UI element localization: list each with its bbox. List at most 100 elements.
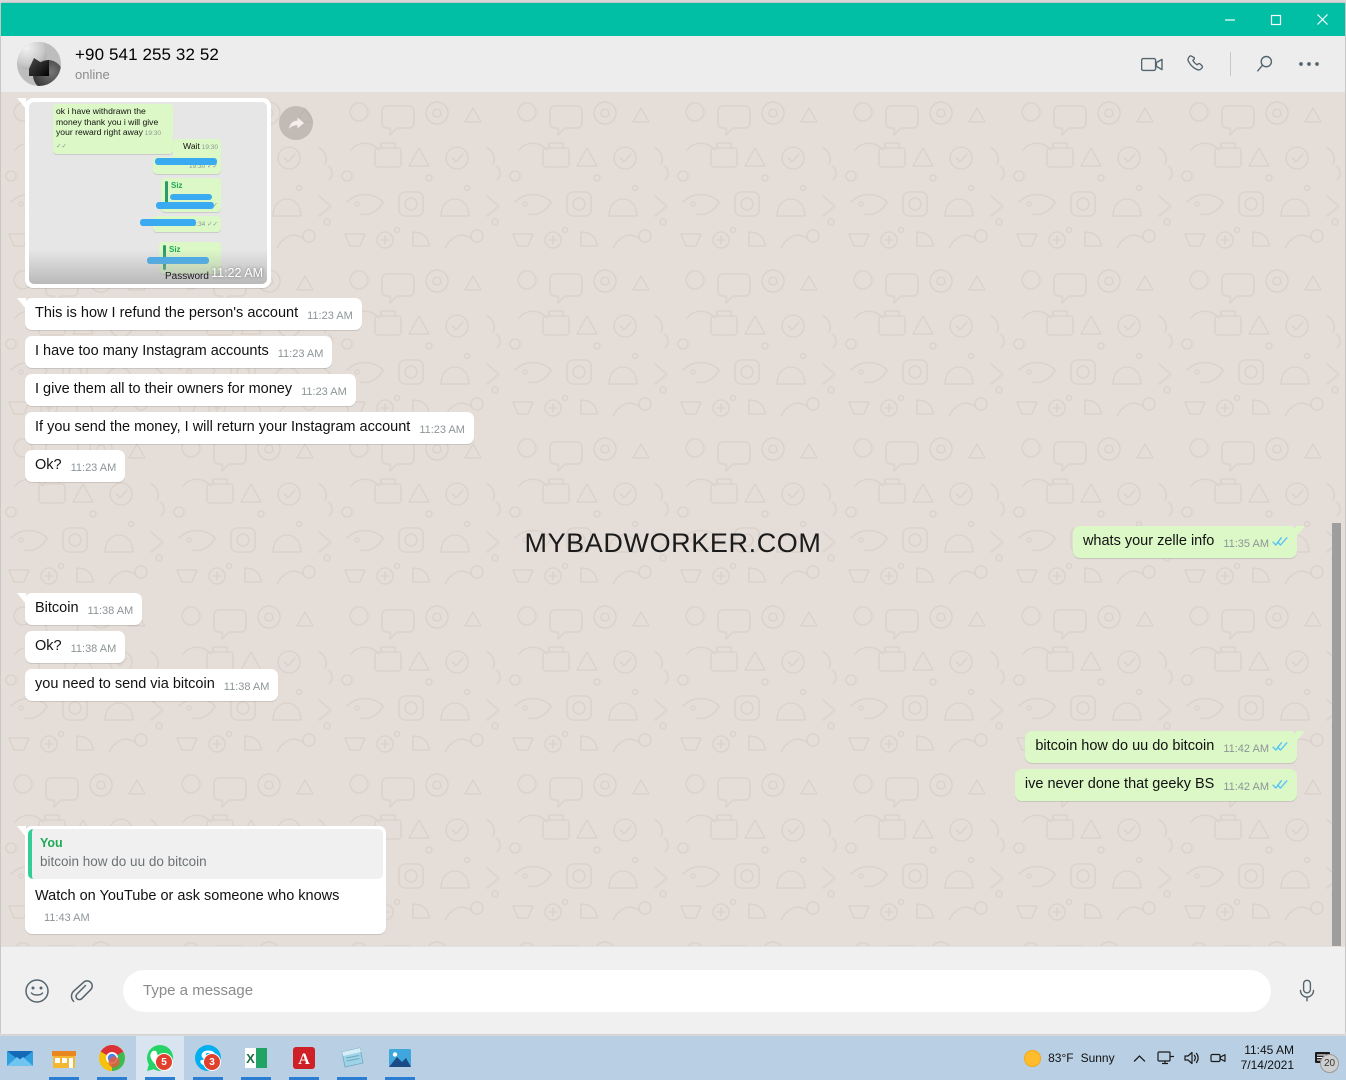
attach-icon[interactable] [59,969,103,1013]
taskbar-item-excel[interactable]: X [232,1036,280,1080]
weather-widget[interactable]: 83°F Sunny [1024,1049,1115,1067]
contact-info[interactable]: +90 541 255 32 52 online [75,45,1130,83]
volume-icon[interactable] [1179,1043,1205,1073]
message-row: bitcoin how do uu do bitcoin 11:42 AM [17,731,1305,763]
windows-taskbar: 5 3 X A 83°F Sunny 11:45 AM 7/14/2021 20 [0,1036,1346,1080]
message-time: 11:23 AM [307,310,353,322]
read-receipt-icon [1272,740,1288,759]
message-bubble-incoming[interactable]: Ok? 11:23 AM [25,450,126,482]
message-row: ive never done that geeky BS 11:42 AM [17,769,1305,801]
sun-icon [1024,1049,1042,1067]
network-icon[interactable] [1153,1043,1179,1073]
voice-call-icon[interactable] [1174,42,1218,86]
image-message-bubble[interactable]: ok i have withdrawn the money thank you … [17,98,271,288]
message-row: If you send the money, I will return you… [17,412,1305,444]
message-time: 11:38 AM [70,643,117,655]
taskbar-item-store[interactable] [40,1036,88,1080]
taskbar-item-skype[interactable]: 3 [184,1036,232,1080]
message-time: 11:23 AM [70,462,117,474]
message-bubble-incoming[interactable]: I have too many Instagram accounts 11:23 … [25,336,333,368]
chat-scroll-area[interactable]: ok i have withdrawn the money thank you … [1,92,1345,946]
message-row: whats your zelle info 11:35 AM [17,526,1306,558]
search-icon[interactable] [1243,42,1287,86]
message-text: you need to send via bitcoin [35,676,215,692]
mail-icon [5,1043,35,1073]
meet-now-icon[interactable] [1205,1043,1231,1073]
menu-icon[interactable] [1287,42,1331,86]
contact-status: online [75,67,110,82]
message-text: bitcoin how do uu do bitcoin [1035,738,1215,754]
message-bubble-incoming[interactable]: you need to send via bitcoin 11:38 AM [25,669,279,701]
screenshot-line-1: ok i have withdrawn the money thank you … [53,104,173,154]
message-bubble-outgoing[interactable]: ive never done that geeky BS 11:42 AM [1014,769,1297,801]
message-bubble-outgoing[interactable]: whats your zelle info 11:35 AM [1072,526,1306,558]
message-text: Ok? [35,457,62,473]
video-call-icon[interactable] [1130,42,1174,86]
taskbar-item-chrome[interactable] [88,1036,136,1080]
chat-header: +90 541 255 32 52 online [1,36,1345,93]
screenshot-password-label: Password [165,271,209,282]
message-input[interactable]: Type a message [123,969,1271,1012]
screenshot-image[interactable]: ok i have withdrawn the money thank you … [29,102,267,284]
close-button[interactable] [1299,3,1345,36]
taskbar-item-sticky-notes[interactable] [328,1036,376,1080]
message-row-quoted-reply: You bitcoin how do uu do bitcoin Watch o… [17,826,1305,934]
header-actions [1130,42,1331,86]
redaction-bar-4 [140,219,196,226]
message-bubble-outgoing[interactable]: bitcoin how do uu do bitcoin 11:42 AM [1025,731,1305,763]
forward-icon[interactable] [279,106,313,140]
message-bubble-incoming[interactable]: Ok? 11:38 AM [25,631,126,663]
message-meta: 11:43 AM [44,909,90,928]
message-bubble-incoming[interactable]: This is how I refund the person's accoun… [17,298,362,330]
maximize-button[interactable] [1253,3,1299,36]
message-input-placeholder: Type a message [143,982,254,999]
minimize-button[interactable] [1207,3,1253,36]
store-icon [49,1043,79,1073]
message-bubble-incoming[interactable]: If you send the money, I will return you… [25,412,474,444]
message-time: 11:38 AM [87,605,134,617]
clock[interactable]: 11:45 AM 7/14/2021 [1241,1043,1294,1073]
svg-text:A: A [298,1051,310,1068]
notification-count-badge: 20 [1320,1054,1339,1073]
show-hidden-icons-chevron[interactable] [1127,1043,1153,1073]
message-time: 11:38 AM [223,681,270,693]
quoted-reply-bubble[interactable]: You bitcoin how do uu do bitcoin Watch o… [17,826,386,934]
quoted-message[interactable]: You bitcoin how do uu do bitcoin [28,829,383,879]
svg-text:X: X [246,1051,255,1066]
message-row: you need to send via bitcoin 11:38 AM [17,669,1305,701]
message-meta: 11:23 AM [71,459,117,478]
chat-scrollbar-thumb[interactable] [1332,523,1341,946]
avatar[interactable] [17,42,61,86]
skype-unread-badge: 3 [203,1053,221,1071]
message-time: 11:23 AM [419,424,465,436]
whatsapp-desktop-window: +90 541 255 32 52 online MYBADWORKER.COM… [0,0,1346,1080]
message-text: I have too many Instagram accounts [35,343,269,359]
message-meta: 11:42 AM [1223,740,1288,759]
emoji-icon[interactable] [15,969,59,1013]
message-text: This is how I refund the person's accoun… [35,305,299,321]
taskbar-item-photos[interactable] [376,1036,424,1080]
taskbar-apps: 5 3 X A [0,1036,424,1080]
sticky-notes-icon [337,1043,367,1073]
message-meta: 11:38 AM [88,602,134,621]
message-text: Bitcoin [35,600,79,616]
chat-message-list[interactable]: MYBADWORKER.COM ok i have withdrawn the … [1,92,1345,946]
message-bubble-incoming[interactable]: I give them all to their owners for mone… [25,374,356,406]
message-bubble-incoming[interactable]: Bitcoin 11:38 AM [16,593,143,625]
read-receipt-icon [1272,535,1288,554]
clock-time: 11:45 AM [1244,1043,1294,1057]
microphone-icon[interactable] [1285,969,1329,1013]
notification-center-button[interactable]: 20 [1304,1036,1342,1080]
photos-icon [385,1043,415,1073]
message-composer: Type a message [1,946,1345,1034]
message-time: 11:42 AM [1223,743,1269,755]
taskbar-item-mail[interactable] [0,1036,40,1080]
window: +90 541 255 32 52 online MYBADWORKER.COM… [1,3,1345,1034]
taskbar-item-acrobat[interactable]: A [280,1036,328,1080]
message-text: ive never done that geeky BS [1024,776,1215,792]
read-receipt-icon [1272,778,1288,797]
message-text: If you send the money, I will return you… [35,419,411,435]
taskbar-item-whatsapp[interactable]: 5 [136,1036,184,1080]
redaction-bar-1 [155,158,217,165]
message-row: I have too many Instagram accounts 11:23 … [17,336,1305,368]
